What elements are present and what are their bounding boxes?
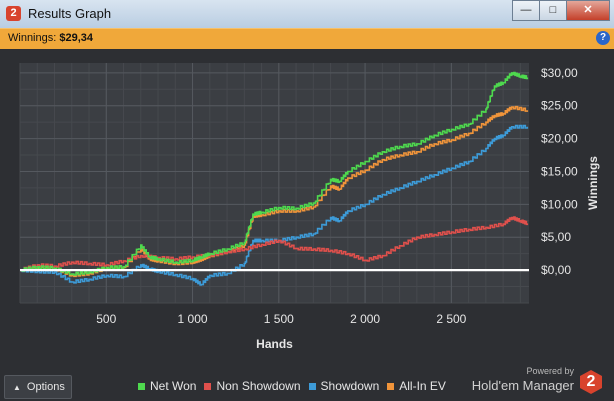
winnings-value: $29,34 xyxy=(59,32,94,44)
app-logo-icon: 2 xyxy=(6,6,21,21)
hm2-logo-icon: 2 xyxy=(580,370,602,394)
legend-item[interactable]: Net Won xyxy=(138,379,196,393)
winnings-label: Winnings: xyxy=(8,32,57,44)
chevron-up-icon: ▲ xyxy=(13,383,21,392)
y-tick-label: $20,00 xyxy=(541,132,578,146)
minimize-button[interactable]: — xyxy=(512,0,540,21)
y-tick-label: $30,00 xyxy=(541,66,578,80)
legend-label: Non Showdown xyxy=(216,379,301,393)
results-chart: 500 1 000 1 500 2 000 2 500 $0,00 $5,00 $10,00 $… xyxy=(0,49,614,379)
legend-item[interactable]: Non Showdown xyxy=(204,379,301,393)
legend-label: Showdown xyxy=(320,379,380,393)
footer-bar: ▲ Options Net Won Non Showdown Showdown All-… xyxy=(0,366,614,401)
x-tick-label: 2 500 xyxy=(436,312,466,326)
plot-area xyxy=(20,63,529,303)
legend-label: Net Won xyxy=(150,379,197,393)
y-tick-label: $5,00 xyxy=(541,230,571,244)
window-controls: — □ ✕ xyxy=(512,0,610,21)
y-tick-label: $0,00 xyxy=(541,263,571,277)
x-axis-label: Hands xyxy=(256,337,293,351)
results-graph-window: 2 Results Graph — □ ✕ Winnings: $29,34 ?… xyxy=(0,0,614,401)
maximize-button[interactable]: □ xyxy=(539,0,567,21)
x-tick-label: 2 000 xyxy=(350,312,380,326)
window-title: Results Graph xyxy=(28,6,112,21)
y-tick-label: $25,00 xyxy=(541,99,578,113)
x-tick-label: 1 500 xyxy=(264,312,294,326)
y-tick-label: $10,00 xyxy=(541,197,578,211)
y-tick-label: $15,00 xyxy=(541,164,578,178)
options-button[interactable]: ▲ Options xyxy=(4,375,72,399)
legend-item[interactable]: Showdown xyxy=(308,379,380,393)
legend-item[interactable]: All-In EV xyxy=(387,379,446,393)
powered-by-text: Powered by xyxy=(526,366,574,376)
help-icon[interactable]: ? xyxy=(596,31,610,45)
legend-swatch xyxy=(387,382,395,390)
legend-swatch xyxy=(138,382,145,390)
title-bar: 2 Results Graph — □ ✕ xyxy=(0,0,614,29)
chart-legend: Net Won Non Showdown Showdown All-In EV xyxy=(138,379,446,393)
x-tick-label: 500 xyxy=(96,312,116,326)
legend-label: All-In EV xyxy=(399,379,446,393)
brand-name: Hold'em Manager xyxy=(471,378,574,393)
winnings-summary: Winnings: $29,34 xyxy=(8,32,93,44)
options-label: Options xyxy=(26,381,65,393)
close-button[interactable]: ✕ xyxy=(566,0,610,21)
y-axis-label: Winnings xyxy=(586,156,600,210)
legend-swatch xyxy=(308,382,316,390)
chart-svg: 500 1 000 1 500 2 000 2 500 $0,00 $5,00 $10,00 $… xyxy=(19,63,600,351)
winnings-bar: Winnings: $29,34 ? xyxy=(0,28,614,50)
legend-swatch xyxy=(204,382,212,390)
x-tick-label: 1 000 xyxy=(178,312,208,326)
